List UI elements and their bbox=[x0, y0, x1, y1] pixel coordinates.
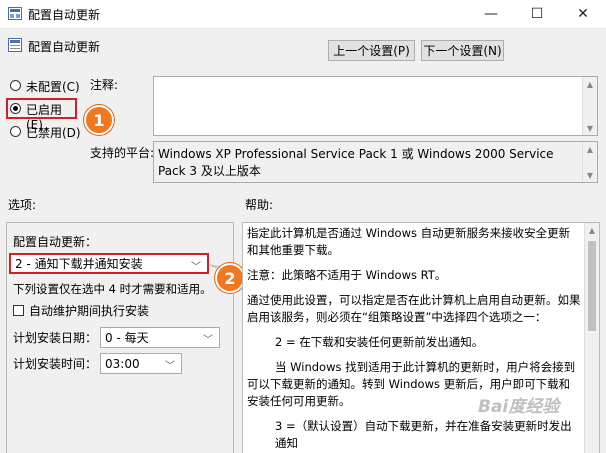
maintenance-checkbox[interactable] bbox=[13, 305, 24, 316]
next-setting-button[interactable]: 下一个设置(N) bbox=[421, 40, 504, 61]
options-note: 下列设置仅在选中 4 时才需要和适用。 bbox=[13, 282, 212, 296]
scroll-up-icon[interactable]: ▲ bbox=[583, 77, 597, 91]
previous-setting-button[interactable]: 上一个设置(P) bbox=[328, 40, 415, 61]
radio-label: 未配置(C) bbox=[26, 80, 80, 94]
configure-value: 2 - 通知下载并通知安装 bbox=[15, 257, 143, 271]
policy-icon bbox=[8, 38, 22, 52]
help-paragraph: 通过使用此设置，可以指定是否在此计算机上启用自动更新。如果启用该服务，则必须在“… bbox=[247, 293, 581, 324]
annotation-badge-2: 2 bbox=[215, 263, 245, 293]
radio-enabled[interactable]: 已启用(E) bbox=[8, 101, 78, 132]
comment-textarea[interactable]: ▲ ▼ bbox=[153, 76, 598, 136]
install-day-label: 计划安装日期： bbox=[13, 331, 98, 345]
platform-value: Windows XP Professional Service Pack 1 或… bbox=[158, 147, 554, 178]
radio-disabled[interactable]: 已禁用(D) bbox=[8, 124, 88, 140]
help-paragraph: 2 = 在下载和安装任何更新前发出通知。 bbox=[275, 335, 484, 349]
help-panel: 指定此计算机是否通过 Windows 自动更新服务来接收安全更新和其他重要下载。… bbox=[242, 222, 600, 453]
radio-label: 已禁用(D) bbox=[26, 126, 81, 140]
maintenance-checkbox-label: 自动维护期间执行安装 bbox=[29, 304, 150, 318]
install-time-select[interactable]: 03:00 ﹀ bbox=[100, 353, 182, 374]
annotation-badge-1: 1 bbox=[84, 105, 114, 135]
help-paragraph: 3 =（默认设置）自动下载更新，并在准备安装更新时发出通知 bbox=[275, 419, 572, 450]
radio-circle[interactable] bbox=[10, 126, 21, 137]
platform-label: 支持的平台: bbox=[90, 146, 155, 160]
help-header: 帮助: bbox=[245, 198, 274, 212]
close-button[interactable]: ✕ bbox=[560, 0, 606, 28]
help-paragraph: 指定此计算机是否通过 Windows 自动更新服务来接收安全更新和其他重要下载。 bbox=[247, 226, 571, 257]
configure-label: 配置自动更新： bbox=[13, 235, 98, 249]
radio-circle[interactable] bbox=[10, 80, 21, 91]
minimize-button[interactable]: — bbox=[468, 0, 514, 28]
scroll-up-icon[interactable]: ▲ bbox=[585, 223, 599, 237]
scroll-down-icon[interactable]: ▼ bbox=[583, 168, 597, 182]
maximize-button[interactable]: ☐ bbox=[514, 0, 560, 28]
platform-box: Windows XP Professional Service Pack 1 或… bbox=[153, 141, 598, 183]
chevron-down-icon[interactable]: ﹀ bbox=[203, 331, 213, 346]
comment-label: 注释: bbox=[90, 78, 119, 92]
title-bar: 配置自动更新 — ☐ ✕ bbox=[0, 0, 606, 29]
chevron-down-icon[interactable]: ﹀ bbox=[165, 357, 175, 372]
options-panel: 配置自动更新： 2 - 通知下载并通知安装 ﹀ 下列设置仅在选中 4 时才需要和… bbox=[6, 222, 234, 453]
chevron-down-icon[interactable]: ﹀ bbox=[191, 258, 201, 273]
window-title: 配置自动更新 bbox=[28, 8, 101, 22]
group-policy-icon bbox=[8, 7, 22, 20]
install-day-value: 0 - 每天 bbox=[105, 331, 149, 345]
radio-not-configured[interactable]: 未配置(C) bbox=[8, 78, 88, 94]
scroll-up-icon[interactable]: ▲ bbox=[583, 142, 597, 156]
policy-title: 配置自动更新 bbox=[28, 40, 101, 54]
install-time-value: 03:00 bbox=[105, 356, 140, 371]
options-header: 选项: bbox=[8, 198, 37, 212]
platform-scrollbar[interactable]: ▲ ▼ bbox=[582, 142, 597, 182]
help-scrollbar[interactable]: ▲ bbox=[584, 223, 599, 453]
watermark: Bai度经验 bbox=[478, 397, 560, 417]
install-day-select[interactable]: 0 - 每天 ﹀ bbox=[100, 327, 220, 348]
help-text: 指定此计算机是否通过 Windows 自动更新服务来接收安全更新和其他重要下载。… bbox=[247, 225, 581, 453]
scroll-down-icon[interactable]: ▼ bbox=[583, 121, 597, 135]
help-paragraph: 注意：此策略不适用于 Windows RT。 bbox=[247, 268, 447, 282]
radio-circle[interactable] bbox=[10, 103, 21, 114]
comment-scrollbar[interactable]: ▲ ▼ bbox=[582, 77, 597, 135]
configure-select[interactable]: 2 - 通知下载并通知安装 ﹀ bbox=[9, 253, 209, 274]
install-time-label: 计划安装时间： bbox=[13, 357, 98, 371]
scroll-thumb[interactable] bbox=[588, 241, 596, 331]
